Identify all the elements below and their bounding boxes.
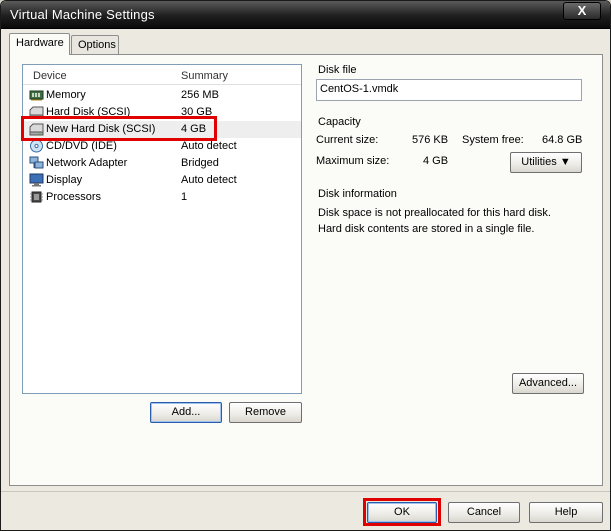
ok-highlight-box bbox=[363, 498, 441, 526]
device-row-network-adapter[interactable]: Network Adapter Bridged bbox=[23, 155, 301, 172]
device-name: Network Adapter bbox=[46, 157, 128, 169]
device-row-memory[interactable]: Memory 256 MB bbox=[23, 87, 301, 104]
device-name: Display bbox=[46, 174, 83, 186]
network-adapter-icon bbox=[29, 156, 44, 170]
device-name: Memory bbox=[46, 89, 86, 101]
vm-settings-window: Virtual Machine Settings X Hardware Opti… bbox=[0, 0, 611, 531]
device-list-header: Device Summary bbox=[23, 65, 301, 85]
maximum-size-value: 4 GB bbox=[423, 155, 449, 167]
processor-icon bbox=[29, 190, 44, 204]
tab-hardware[interactable]: Hardware bbox=[9, 33, 70, 55]
device-name: Processors bbox=[46, 191, 102, 203]
utilities-label: Utilities bbox=[521, 156, 557, 168]
memory-icon bbox=[29, 88, 44, 102]
maximum-size-label: Maximum size: bbox=[316, 155, 390, 167]
device-summary: Bridged bbox=[181, 157, 219, 169]
display-icon bbox=[29, 173, 44, 187]
current-size-value: 576 KB bbox=[412, 134, 449, 146]
help-button[interactable]: Help bbox=[529, 502, 603, 523]
footer-divider bbox=[1, 491, 610, 492]
device-summary: Auto detect bbox=[181, 140, 237, 152]
device-list[interactable]: Device Summary Memory 256 MB Hard Disk (… bbox=[21, 64, 302, 394]
cd-dvd-icon bbox=[29, 139, 44, 153]
column-header-summary[interactable]: Summary bbox=[181, 70, 228, 82]
tab-options[interactable]: Options bbox=[71, 35, 119, 55]
close-button[interactable]: X bbox=[563, 2, 601, 20]
disk-information-label: Disk information bbox=[318, 188, 397, 200]
disk-info-line-1: Disk space is not preallocated for this … bbox=[318, 207, 551, 219]
system-free-value: 64.8 GB bbox=[542, 134, 583, 146]
dropdown-arrow-icon: ▼ bbox=[559, 156, 571, 168]
selection-highlight-box bbox=[21, 116, 217, 141]
device-summary: Auto detect bbox=[181, 174, 237, 186]
title-bar[interactable]: Virtual Machine Settings X bbox=[1, 1, 610, 29]
device-summary: 256 MB bbox=[181, 89, 219, 101]
capacity-label: Capacity bbox=[318, 116, 361, 128]
add-button[interactable]: Add... bbox=[150, 402, 222, 423]
advanced-button[interactable]: Advanced... bbox=[512, 373, 584, 394]
device-name: CD/DVD (IDE) bbox=[46, 140, 117, 152]
current-size-label: Current size: bbox=[316, 134, 379, 146]
utilities-button[interactable]: Utilities ▼ bbox=[510, 152, 582, 173]
cancel-button[interactable]: Cancel bbox=[448, 502, 520, 523]
system-free-label: System free: bbox=[462, 134, 524, 146]
device-row-display[interactable]: Display Auto detect bbox=[23, 172, 301, 189]
hardware-panel: Device Summary Memory 256 MB Hard Disk (… bbox=[9, 54, 603, 486]
column-header-device[interactable]: Device bbox=[33, 70, 67, 82]
disk-file-label: Disk file bbox=[318, 64, 357, 76]
device-summary: 1 bbox=[181, 191, 188, 203]
window-title: Virtual Machine Settings bbox=[10, 7, 155, 22]
remove-button[interactable]: Remove bbox=[229, 402, 302, 423]
disk-info-line-2: Hard disk contents are stored in a singl… bbox=[318, 223, 535, 235]
device-row-processors[interactable]: Processors 1 bbox=[23, 189, 301, 206]
disk-file-field[interactable]: CentOS-1.vmdk bbox=[316, 79, 582, 101]
